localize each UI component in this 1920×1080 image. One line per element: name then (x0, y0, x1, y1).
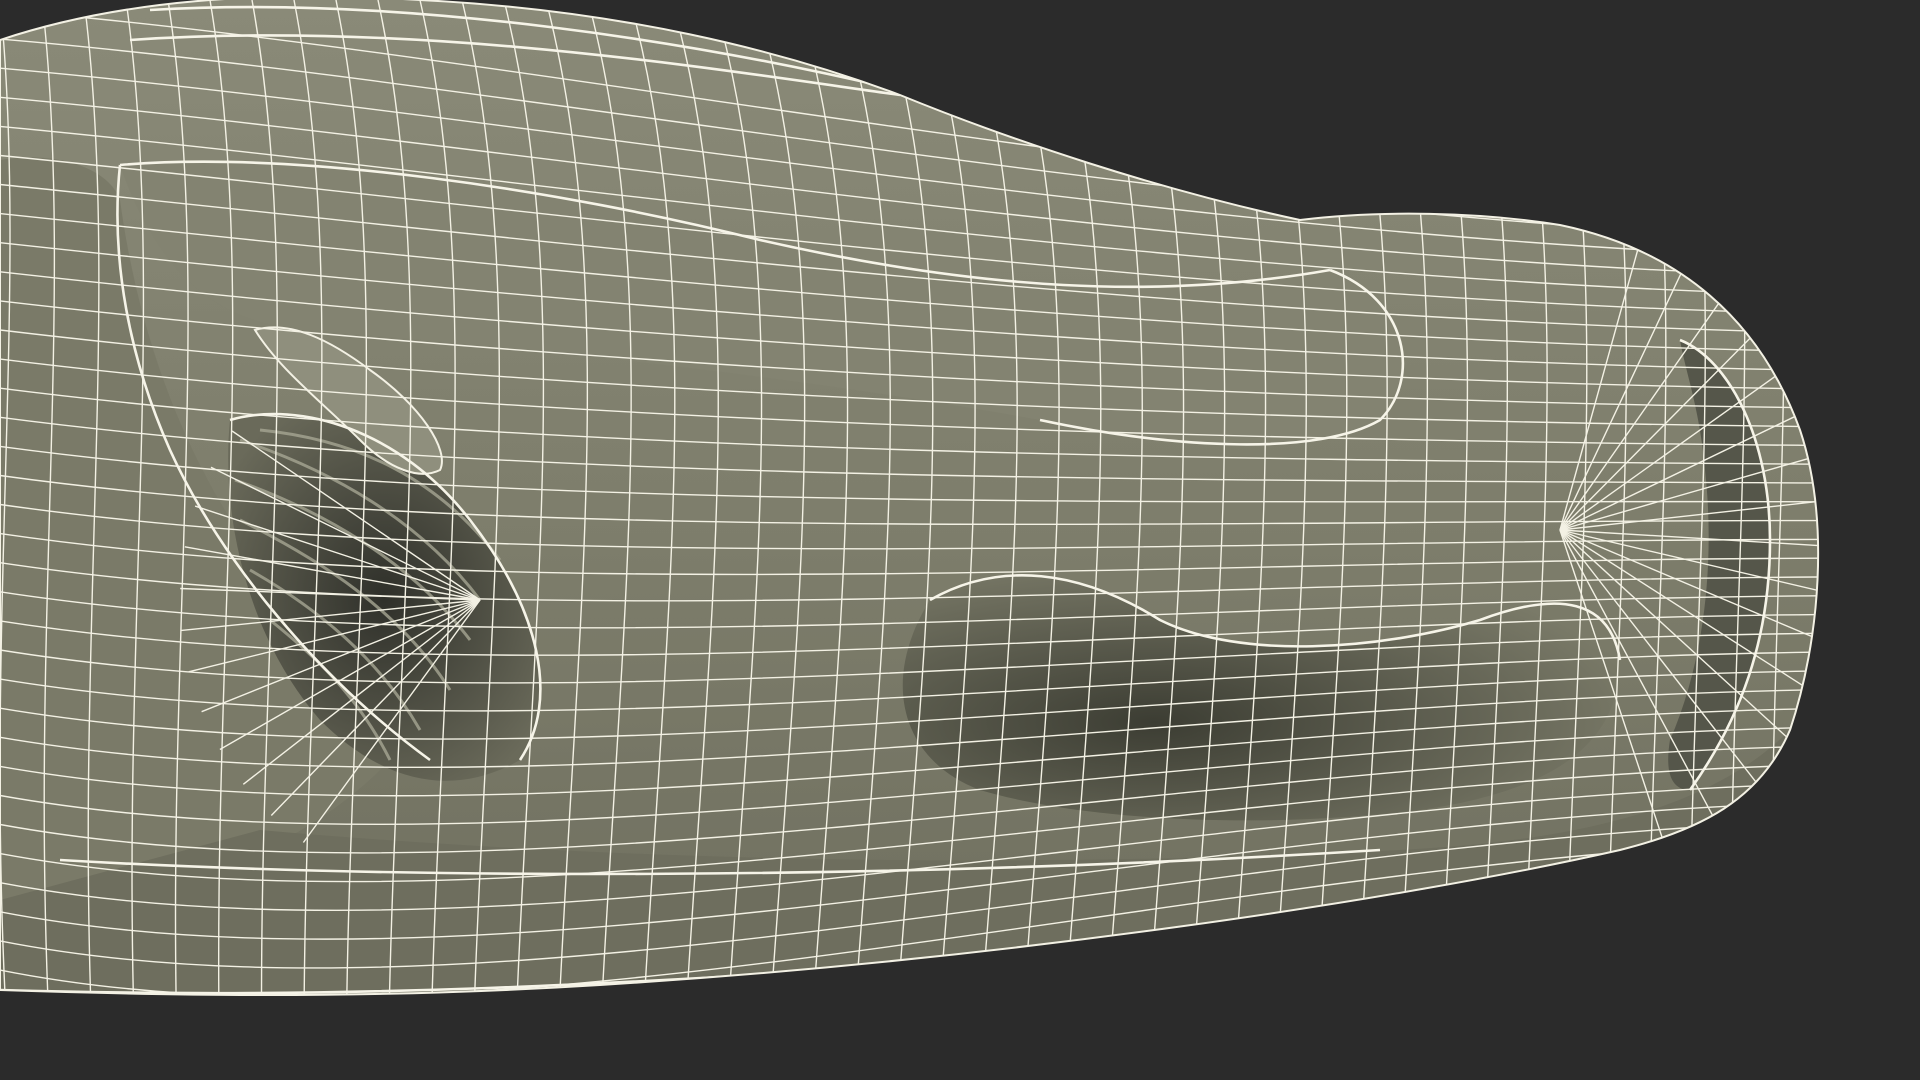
render-viewport (0, 0, 1920, 1080)
wireframe-render (0, 0, 1920, 1080)
